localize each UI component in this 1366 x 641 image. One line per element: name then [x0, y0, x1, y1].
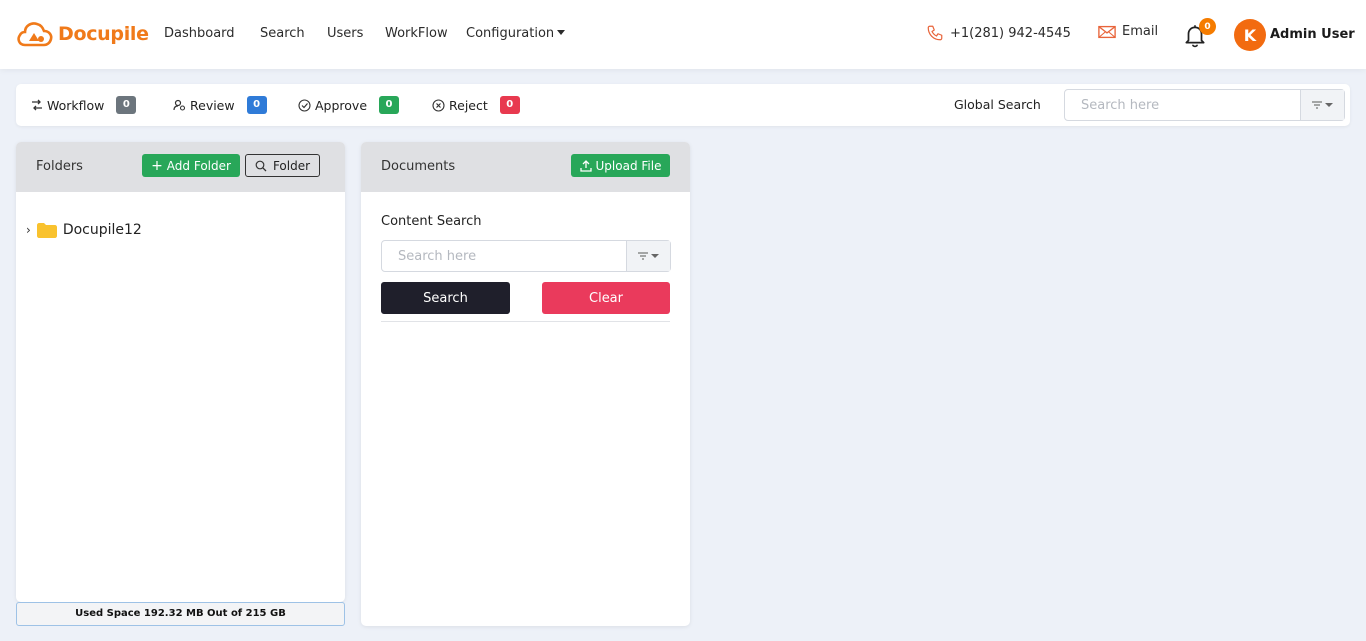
toolbar-approve[interactable]: Approve 0	[298, 96, 400, 114]
folder-icon	[36, 222, 57, 238]
reject-count-badge: 0	[499, 96, 520, 114]
documents-panel: Documents Upload File Content Search Sea…	[361, 142, 690, 626]
toolbar-workflow[interactable]: Workflow 0	[31, 96, 137, 114]
review-count-badge: 0	[246, 96, 267, 114]
logo[interactable]: Docupile	[16, 18, 149, 50]
folders-panel-header: Folders + Add Folder Folder	[16, 142, 345, 192]
toolbar-workflow-label: Workflow	[47, 97, 105, 113]
toolbar-review[interactable]: Review 0	[173, 96, 267, 114]
divider	[381, 321, 670, 322]
caret-down-icon	[1325, 103, 1333, 107]
x-circle-icon	[432, 98, 445, 112]
brand-name: Docupile	[58, 23, 149, 45]
global-search-input[interactable]	[1065, 90, 1300, 120]
status-toolbar: Workflow 0 Review 0 Approve 0 Reject 0 G…	[16, 84, 1350, 126]
nav-search[interactable]: Search	[260, 26, 305, 41]
folders-title: Folders	[36, 159, 83, 174]
content-search-input[interactable]	[382, 241, 626, 271]
global-search-label: Global Search	[954, 97, 1041, 112]
toolbar-approve-label: Approve	[315, 97, 368, 113]
phone-contact[interactable]: +1(281) 942-4545	[926, 24, 1071, 42]
envelope-icon	[1098, 25, 1116, 38]
folders-panel: Folders + Add Folder Folder › Docupile12	[16, 142, 345, 602]
top-navbar: Docupile Dashboard Search Users WorkFlow…	[0, 0, 1366, 69]
search-button[interactable]: Search	[381, 282, 510, 314]
nav-configuration-dropdown[interactable]: Configuration	[466, 26, 566, 41]
check-circle-icon	[298, 98, 311, 112]
approve-count-badge: 0	[379, 96, 400, 114]
used-space-indicator: Used Space 192.32 MB Out of 215 GB	[16, 602, 345, 626]
nav-workflow[interactable]: WorkFlow	[385, 26, 448, 41]
caret-down-icon	[651, 254, 659, 258]
add-folder-button[interactable]: + Add Folder	[142, 154, 240, 177]
upload-icon	[579, 159, 592, 172]
workflow-count-badge: 0	[116, 96, 137, 114]
phone-icon	[927, 25, 943, 41]
avatar[interactable]: K	[1234, 19, 1266, 51]
clear-button[interactable]: Clear	[542, 282, 670, 314]
nav-dashboard[interactable]: Dashboard	[164, 26, 235, 41]
documents-panel-header: Documents Upload File	[361, 142, 690, 192]
upload-file-button[interactable]: Upload File	[571, 154, 670, 177]
toolbar-reject[interactable]: Reject 0	[432, 96, 520, 114]
documents-title: Documents	[381, 159, 456, 174]
notification-badge: 0	[1199, 18, 1216, 35]
phone-number: +1(281) 942-4545	[950, 25, 1071, 41]
plus-icon: +	[151, 157, 163, 174]
caret-down-icon	[557, 30, 566, 35]
workflow-icon	[32, 99, 42, 111]
content-search-group	[381, 240, 671, 272]
toolbar-reject-label: Reject	[449, 97, 488, 113]
global-search-group	[1064, 89, 1345, 121]
add-folder-label: Add Folder	[166, 158, 231, 173]
tree-item-label: Docupile12	[62, 222, 142, 238]
filter-icon	[1312, 101, 1322, 109]
user-name[interactable]: Admin User	[1270, 27, 1355, 42]
search-icon	[255, 160, 267, 171]
content-search-label: Content Search	[381, 214, 482, 229]
content-search-filter-button[interactable]	[626, 241, 670, 271]
folder-search-button[interactable]: Folder	[245, 154, 320, 177]
email-contact[interactable]: Email	[1098, 24, 1158, 39]
global-search-filter-button[interactable]	[1300, 90, 1344, 120]
folder-search-label: Folder	[272, 158, 311, 173]
upload-file-label: Upload File	[595, 158, 662, 173]
filter-icon	[638, 252, 648, 260]
review-icon	[173, 99, 186, 111]
cloud-logo-icon	[17, 22, 53, 47]
tree-item-docupile12[interactable]: › Docupile12	[26, 222, 142, 238]
nav-users[interactable]: Users	[327, 26, 363, 41]
email-label: Email	[1122, 24, 1159, 39]
toolbar-review-label: Review	[190, 97, 235, 113]
nav-configuration-label: Configuration	[466, 26, 555, 41]
chevron-right-icon[interactable]: ›	[26, 223, 31, 237]
